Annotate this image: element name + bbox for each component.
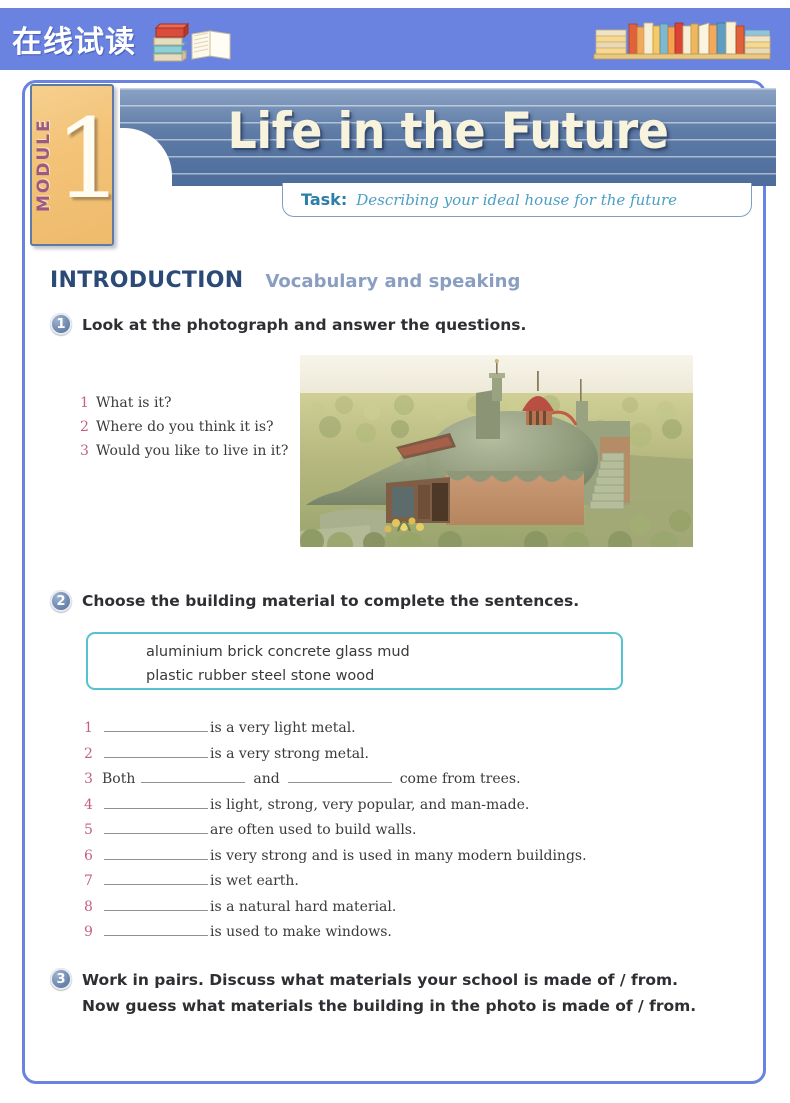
list-item: 9 is used to make windows. [84,924,587,940]
sentence-text: is wet earth. [210,873,299,889]
word-bank-box: aluminium brick concrete glass mud plast… [86,632,623,690]
sentence-text: is light, strong, very popular, and man-… [210,796,530,813]
answer-blank[interactable] [141,782,246,783]
sentence-number: 2 [84,745,93,762]
sentence-number: 3 [84,771,93,787]
exercise-instruction-2: Choose the building material to complete… [82,592,580,610]
bookshelf-icon [593,21,771,60]
sentence-text: is a very strong metal. [210,745,369,762]
list-item: 3 Would you like to live in it? [80,443,288,459]
sentence-number: 9 [84,924,93,940]
sentence-number: 6 [84,847,93,864]
list-item: 1 What is it? [80,395,288,411]
exercise-number-2: 2 [50,590,72,612]
exercise-instruction-1: Look at the photograph and answer the qu… [82,316,527,334]
list-item: 6 is very strong and is used in many mod… [84,848,587,864]
word-bank-row-2: plastic rubber steel stone wood [146,668,375,684]
fill-in-sentence-list: 1 is a very light metal. 2 is a very str… [84,720,587,950]
module-banner: Life in the Future [120,88,776,186]
list-item: 4 is light, strong, very popular, and ma… [84,797,587,813]
sentence-middle: and [253,771,280,787]
sentence-number: 8 [84,898,93,915]
sentence-number: 5 [84,822,93,838]
section-subtitle: Vocabulary and speaking [265,271,521,292]
list-item: 3 Both and come from trees. [84,771,587,787]
answer-blank[interactable] [104,884,208,885]
question-text: What is it? [96,395,172,411]
sentence-text: is a natural hard material. [210,898,397,915]
answer-blank[interactable] [104,858,208,860]
question-text: Where do you think it is? [96,419,274,435]
watermark-label: 在线试读 [12,25,136,60]
word-bank-row-1: aluminium brick concrete glass mud [146,644,410,660]
list-item: 7 is wet earth. [84,873,587,889]
answer-blank[interactable] [104,807,208,809]
list-item: 8 is a natural hard material. [84,899,587,915]
exercise-instruction-3-line2: Now guess what materials the building in… [82,997,697,1015]
sentence-text: is very strong and is used in many moder… [210,847,587,864]
sentence-number: 1 [84,720,93,736]
sentence-number: 7 [84,873,93,889]
sentence-text: is used to make windows. [210,924,392,940]
sentence-prefix: Both [102,771,136,787]
exercise-instruction-3-line1: Work in pairs. Discuss what materials yo… [82,971,679,989]
module-tab: MODULE 1 [30,84,114,246]
list-item: 1 is a very light metal. [84,720,587,736]
module-tab-number: 1 [54,104,112,214]
list-item: 2 is a very strong metal. [84,746,587,762]
answer-blank[interactable] [104,756,208,758]
exercise-number-1: 1 [50,313,72,335]
question-text: Would you like to live in it? [96,443,289,459]
list-item: 2 Where do you think it is? [80,419,288,435]
question-list: 1 What is it? 2 Where do you think it is… [80,395,288,467]
section-title: INTRODUCTION [50,268,244,293]
sentence-text: are often used to build walls. [210,822,417,838]
question-number: 2 [80,419,89,435]
sentence-text: is a very light metal. [210,720,356,736]
answer-blank[interactable] [104,909,208,911]
earthship-house-photo [300,355,693,547]
answer-blank[interactable] [104,833,208,834]
watermark-banner: 在线试读 [0,8,790,70]
question-number: 3 [80,443,89,459]
task-label: Task: [301,190,348,209]
stacked-books-icon [152,22,231,62]
answer-blank[interactable] [104,935,208,936]
question-number: 1 [80,395,89,411]
sentence-number: 4 [84,796,93,813]
exercise-number-3: 3 [50,968,72,990]
list-item: 5 are often used to build walls. [84,822,587,838]
section-heading: INTRODUCTION Vocabulary and speaking [50,268,520,293]
answer-blank[interactable] [104,731,208,732]
task-box: Task: Describing your ideal house for th… [282,183,752,217]
module-title: Life in the Future [227,102,669,160]
sentence-text: come from trees. [399,771,521,787]
answer-blank[interactable] [287,782,392,783]
task-description: Describing your ideal house for the futu… [356,190,678,209]
